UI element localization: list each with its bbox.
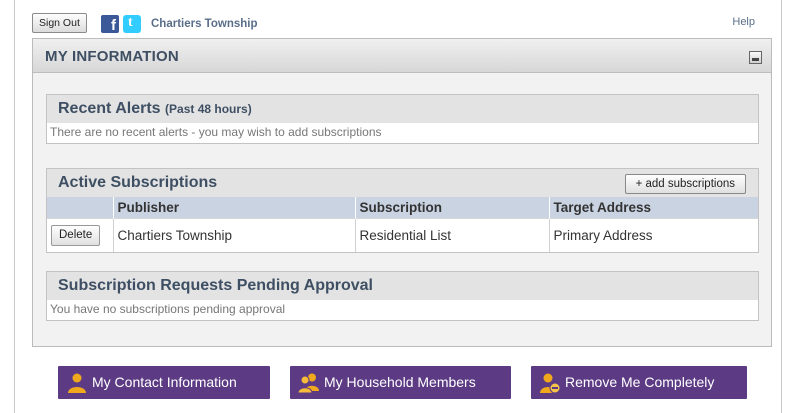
panel-title: MY INFORMATION bbox=[45, 48, 179, 65]
my-household-members-label: My Household Members bbox=[324, 374, 476, 390]
minimize-icon[interactable] bbox=[749, 51, 762, 64]
table-cell-subscription: Residential List bbox=[355, 217, 550, 252]
active-subscriptions-section: Active Subscriptions + add subscriptions… bbox=[46, 168, 759, 253]
table-cell-action: Delete bbox=[47, 217, 114, 252]
person-icon bbox=[68, 373, 86, 393]
remove-me-completely-label: Remove Me Completely bbox=[565, 374, 715, 390]
my-information-panel: MY INFORMATION Recent Alerts (Past 48 ho… bbox=[32, 38, 772, 347]
delete-button[interactable]: Delete bbox=[51, 224, 101, 246]
page-border-left bbox=[14, 0, 15, 413]
active-subscriptions-header: Active Subscriptions + add subscriptions bbox=[47, 169, 758, 197]
organization-name: Chartiers Township bbox=[151, 18, 258, 30]
pending-requests-header: Subscription Requests Pending Approval bbox=[47, 272, 758, 300]
facebook-icon[interactable]: f bbox=[101, 15, 119, 34]
add-subscriptions-button[interactable]: + add subscriptions bbox=[624, 174, 746, 194]
pending-requests-section: Subscription Requests Pending Approval Y… bbox=[46, 271, 759, 321]
twitter-glyph: t bbox=[128, 15, 133, 30]
people-icon bbox=[298, 373, 319, 394]
recent-alerts-title-text: Recent Alerts bbox=[58, 100, 161, 117]
table-cell-publisher: Chartiers Township bbox=[113, 217, 356, 252]
recent-alerts-title: Recent Alerts (Past 48 hours) bbox=[58, 100, 252, 118]
sign-out-button[interactable]: Sign Out bbox=[32, 13, 87, 33]
pending-requests-message: You have no subscriptions pending approv… bbox=[47, 300, 758, 320]
table-header-row: Publisher Subscription Target Address bbox=[47, 197, 758, 218]
person-remove-icon bbox=[540, 373, 561, 394]
table-row: Delete Chartiers Township Residential Li… bbox=[47, 217, 758, 252]
column-header-action bbox=[47, 197, 114, 218]
active-subscriptions-title: Active Subscriptions bbox=[58, 174, 218, 191]
subscriptions-table: Publisher Subscription Target Address De… bbox=[47, 197, 758, 252]
pending-requests-title: Subscription Requests Pending Approval bbox=[58, 277, 373, 294]
recent-alerts-header: Recent Alerts (Past 48 hours) bbox=[47, 95, 758, 123]
help-link[interactable]: Help bbox=[732, 16, 755, 28]
page-border-right bbox=[781, 0, 782, 413]
remove-me-completely-button[interactable]: Remove Me Completely bbox=[531, 366, 747, 399]
column-header-subscription: Subscription bbox=[355, 197, 550, 218]
recent-alerts-subtitle: (Past 48 hours) bbox=[165, 102, 252, 116]
my-household-members-button[interactable]: My Household Members bbox=[290, 366, 511, 399]
facebook-glyph: f bbox=[111, 17, 116, 34]
column-header-target-address: Target Address bbox=[549, 197, 758, 218]
top-bar: Sign Out f t Chartiers Township Help bbox=[32, 13, 765, 37]
my-contact-information-button[interactable]: My Contact Information bbox=[58, 366, 270, 399]
my-contact-information-label: My Contact Information bbox=[92, 374, 237, 390]
recent-alerts-message: There are no recent alerts - you may wis… bbox=[47, 123, 758, 143]
twitter-icon[interactable]: t bbox=[123, 15, 141, 33]
panel-header: MY INFORMATION bbox=[33, 39, 771, 73]
column-header-publisher: Publisher bbox=[113, 197, 356, 218]
table-cell-target-address: Primary Address bbox=[549, 217, 758, 252]
recent-alerts-section: Recent Alerts (Past 48 hours) There are … bbox=[46, 94, 759, 144]
